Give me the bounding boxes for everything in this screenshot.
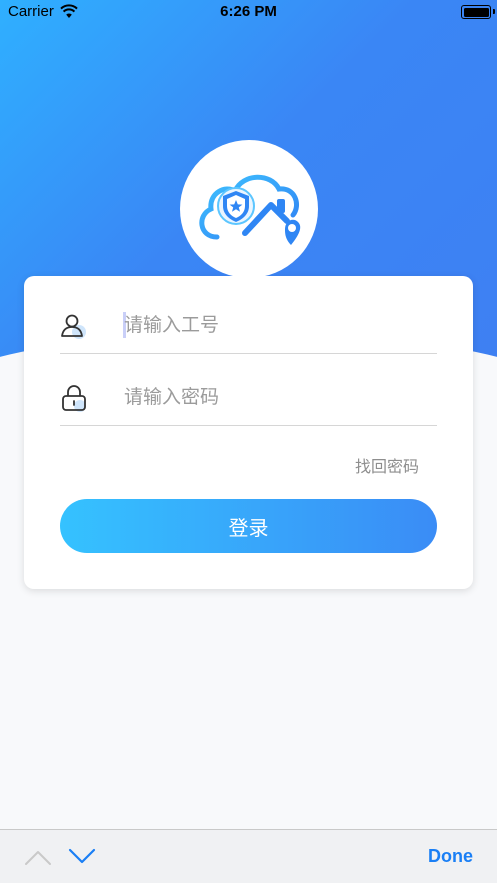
keyboard-toolbar: Done [0, 829, 497, 883]
battery-cap [493, 9, 495, 14]
status-bar: Carrier 6:26 PM [0, 0, 497, 24]
login-button[interactable]: 登录 [60, 499, 437, 553]
username-input[interactable] [124, 311, 424, 339]
password-field [60, 366, 437, 426]
lock-icon [62, 385, 86, 412]
app-logo [180, 140, 318, 278]
status-time: 6:26 PM [220, 3, 277, 20]
login-card: 找回密码 登录 [24, 276, 473, 589]
battery-icon [461, 5, 491, 19]
cloud-shield-logo-icon [199, 174, 301, 245]
chevron-down-icon[interactable] [68, 848, 96, 866]
user-icon [61, 314, 86, 339]
done-button[interactable]: Done [428, 846, 473, 867]
username-field [60, 294, 437, 354]
forgot-password-link[interactable]: 找回密码 [355, 453, 419, 477]
chevron-up-icon[interactable] [24, 848, 52, 866]
password-input[interactable] [124, 383, 424, 411]
